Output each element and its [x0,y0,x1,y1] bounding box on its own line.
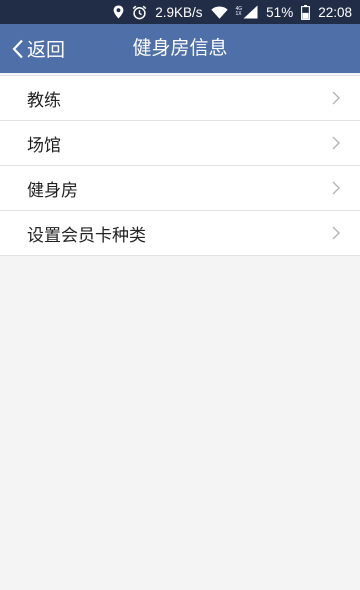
menu-item-label: 设置会员卡种类 [27,225,146,246]
status-bar: 2.9KB/s 4G 1X 51% 22:08 [0,0,360,24]
chevron-right-icon [332,91,340,105]
battery-fill [302,12,309,19]
menu-list: 教练 场馆 健身房 设置会员卡种类 [0,75,360,256]
network-speed: 2.9KB/s [155,4,203,20]
network-type: 4G 1X [236,7,243,17]
signal-group: 4G 1X [236,5,259,19]
nav-bar: 健身房信息 返回 [0,24,360,73]
wifi-icon [210,5,228,19]
battery-icon [301,4,311,20]
menu-item-gym[interactable]: 健身房 [0,166,360,211]
alarm-icon [132,5,147,20]
battery-percent: 51% [266,4,294,20]
menu-item-label: 教练 [27,90,61,111]
chevron-right-icon [332,226,340,240]
back-button[interactable]: 返回 [12,24,65,73]
chevron-left-icon [12,39,27,59]
clock-time: 22:08 [318,4,352,20]
location-icon [113,5,124,19]
menu-item-label: 健身房 [27,180,78,201]
back-label: 返回 [27,39,66,61]
chevron-right-icon [332,136,340,150]
menu-item-membership-card-types[interactable]: 设置会员卡种类 [0,211,360,256]
menu-item-label: 场馆 [27,135,61,156]
menu-item-coach[interactable]: 教练 [0,76,360,121]
signal-icon [243,5,258,19]
chevron-right-icon [332,181,340,195]
menu-item-venue[interactable]: 场馆 [0,121,360,166]
network-type-bottom: 1X [235,11,242,17]
